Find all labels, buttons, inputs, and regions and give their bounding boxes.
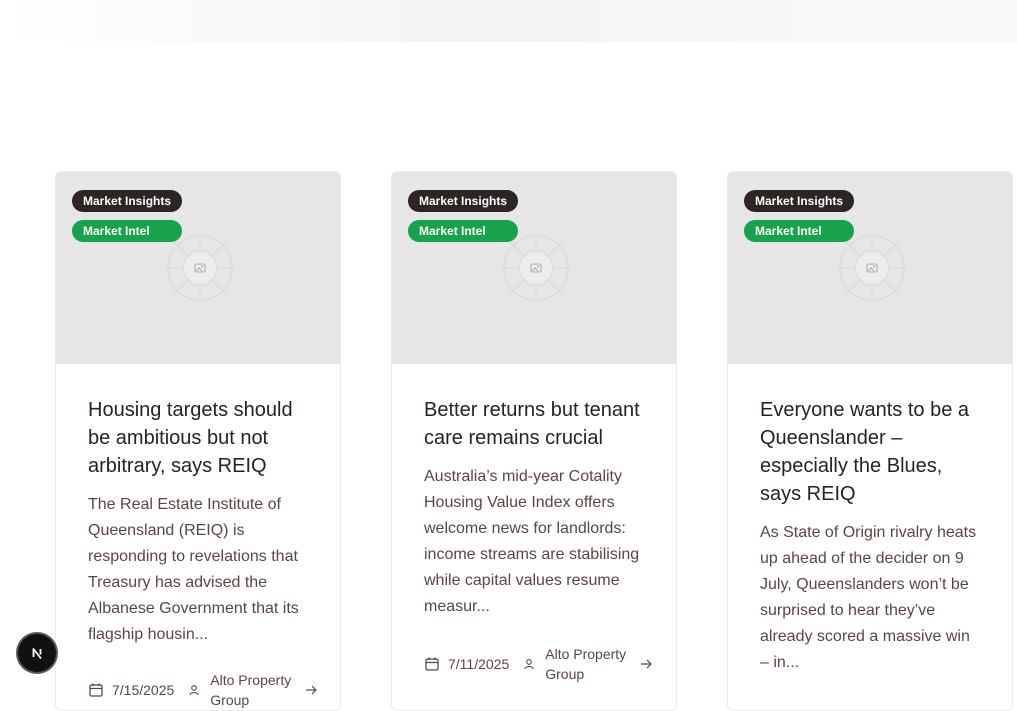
article-image[interactable]: Market Insights Market Intel: [392, 172, 676, 364]
user-icon: [524, 659, 534, 670]
nextjs-dev-badge[interactable]: [18, 634, 56, 672]
article-card[interactable]: Market Insights Market Intel Better retu…: [391, 171, 677, 711]
article-image[interactable]: Market Insights Market Intel: [56, 172, 340, 364]
user-icon: [189, 685, 200, 696]
image-placeholder-icon: [166, 234, 234, 302]
article-date: 7/11/2025: [448, 656, 510, 672]
image-placeholder-icon: [502, 234, 570, 302]
section-badge: Market Intel: [408, 220, 518, 242]
article-title[interactable]: Everyone wants to be a Queenslander – es…: [760, 396, 982, 508]
article-excerpt: Australia’s mid-year Cotality Housing Va…: [424, 468, 640, 615]
article-date: 7/15/2025: [112, 682, 175, 698]
article-image[interactable]: Market Insights Market Intel: [728, 172, 1012, 364]
arrow-right-icon[interactable]: [304, 683, 318, 697]
article-excerpt: As State of Origin rivalry heats up ahea…: [760, 524, 977, 671]
article-author: Alto Property Group: [545, 646, 627, 682]
article-meta: 7/15/2025 Alto Property Group: [88, 670, 318, 710]
article-title[interactable]: Housing targets should be ambitious but …: [88, 396, 310, 480]
hero-band: [0, 0, 1017, 42]
article-card[interactable]: Market Insights Market Intel Everyone wa…: [727, 171, 1013, 711]
category-badge: Market Insights: [408, 190, 519, 212]
calendar-icon: [425, 657, 439, 671]
article-card[interactable]: Market Insights Market Intel Housing tar…: [55, 171, 341, 711]
category-badge: Market Insights: [744, 190, 855, 212]
section-badge: Market Intel: [744, 220, 854, 242]
image-placeholder-icon: [838, 234, 906, 302]
arrow-right-icon[interactable]: [639, 657, 653, 671]
nextjs-logo-icon: [27, 643, 47, 663]
category-badge: Market Insights: [72, 190, 183, 212]
article-author: Alto Property Group: [210, 672, 292, 708]
section-badge: Market Intel: [72, 220, 182, 242]
calendar-icon: [89, 683, 103, 697]
article-title[interactable]: Better returns but tenant care remains c…: [424, 396, 646, 452]
article-meta: 7/11/2025 Alto Property Group: [424, 644, 653, 684]
article-excerpt: The Real Estate Institute of Queensland …: [88, 496, 299, 643]
